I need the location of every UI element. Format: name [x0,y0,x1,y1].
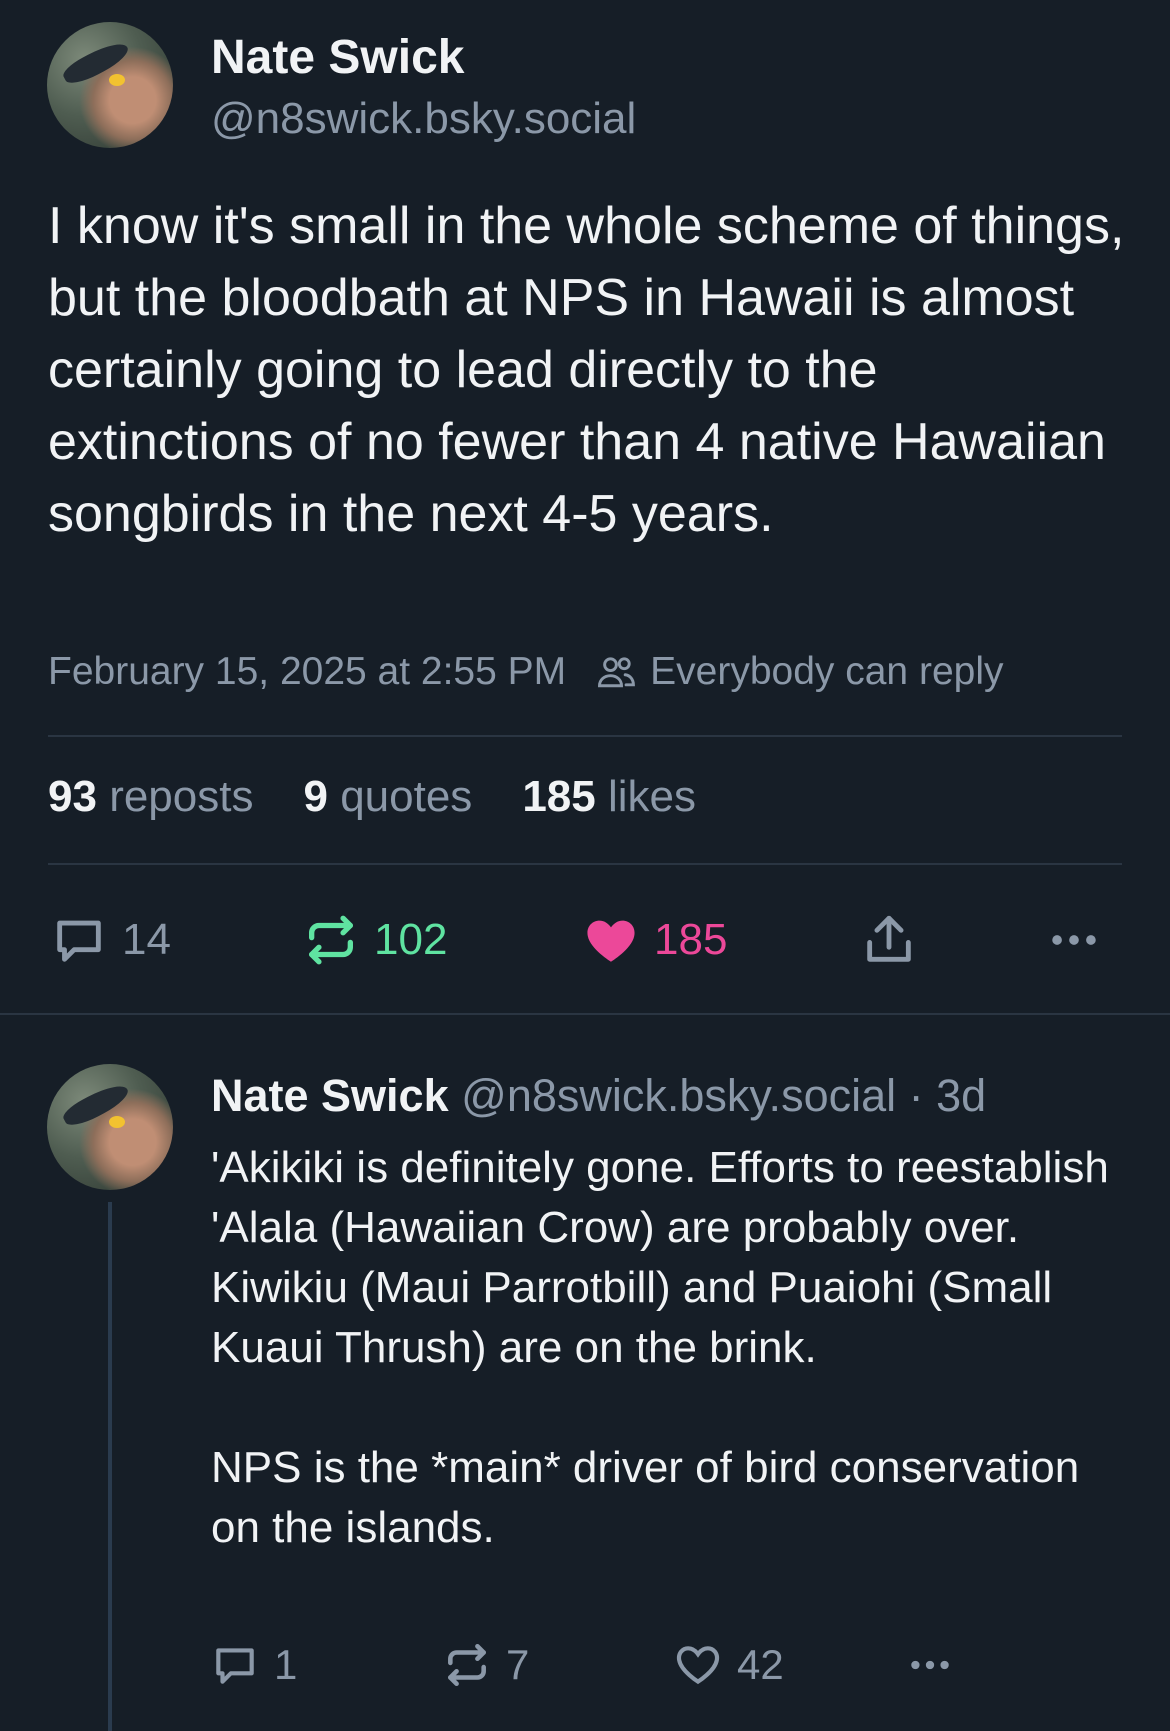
share-icon [867,915,911,962]
post-text: I know it's small in the whole scheme of… [48,197,1125,543]
reply-author-handle[interactable]: @n8swick.bsky.social [461,1070,896,1121]
likes-count: 185 [522,772,596,821]
people-icon [598,657,636,688]
like-count: 42 [737,1641,784,1688]
reposts-label: reposts [109,772,254,821]
quotes-count: 9 [303,772,328,821]
reply-separator: · [908,1070,924,1121]
post-action-bar: 14 102 185 [0,905,1170,975]
repost-icon [448,1643,486,1687]
repost-button[interactable]: 7 [442,1635,529,1695]
share-button[interactable] [860,905,932,975]
likes-stat[interactable]: 185 likes [522,772,696,822]
post-meta: February 15, 2025 at 2:55 PM Everybody c… [48,650,1003,694]
quotes-label: quotes [340,772,473,821]
reposts-count: 93 [48,772,97,821]
post-timestamp[interactable]: February 15, 2025 at 2:55 PM [48,650,566,694]
reply-author-name[interactable]: Nate Swick [211,1070,449,1121]
reply-text: 'Akikiki is definitely gone. Efforts to … [211,1143,1109,1552]
post-author-name[interactable]: Nate Swick [211,30,464,85]
like-button[interactable]: 42 [673,1635,784,1695]
heart-icon [587,920,635,962]
divider [48,863,1122,865]
more-options-button[interactable] [1045,905,1117,975]
avatar[interactable] [47,1064,173,1190]
reply-header: Nate Swick @n8swick.bsky.social · 3d [211,1070,986,1122]
more-icon [911,1660,949,1670]
reply-button[interactable]: 1 [210,1635,297,1695]
avatar[interactable] [47,22,173,148]
reply-setting: Everybody can reply [594,650,1003,694]
reply-count: 14 [122,915,171,964]
reply-button[interactable]: 14 [50,905,171,975]
post-stats: 93 reposts 9 quotes 185 likes [48,772,746,822]
reply-action-bar: 1 7 42 [0,1635,1170,1695]
like-button[interactable]: 185 [582,905,727,975]
like-count: 185 [654,915,728,964]
divider [48,735,1122,737]
more-icon [1052,935,1096,945]
quotes-stat[interactable]: 9 quotes [303,772,472,822]
more-options-button[interactable] [905,1635,969,1695]
repost-icon [309,915,353,965]
reply-setting-label: Everybody can reply [650,650,1004,693]
divider [0,1013,1170,1015]
repost-count: 102 [374,915,448,964]
likes-label: likes [607,772,696,821]
reply-count: 1 [274,1641,298,1688]
post-author-handle[interactable]: @n8swick.bsky.social [211,94,636,144]
reply-time[interactable]: 3d [936,1070,986,1121]
comment-icon [216,1648,254,1684]
comment-icon [57,920,101,962]
repost-button[interactable]: 102 [302,905,447,975]
heart-icon [676,1646,720,1685]
reposts-stat[interactable]: 93 reposts [48,772,253,822]
repost-count: 7 [506,1641,530,1688]
